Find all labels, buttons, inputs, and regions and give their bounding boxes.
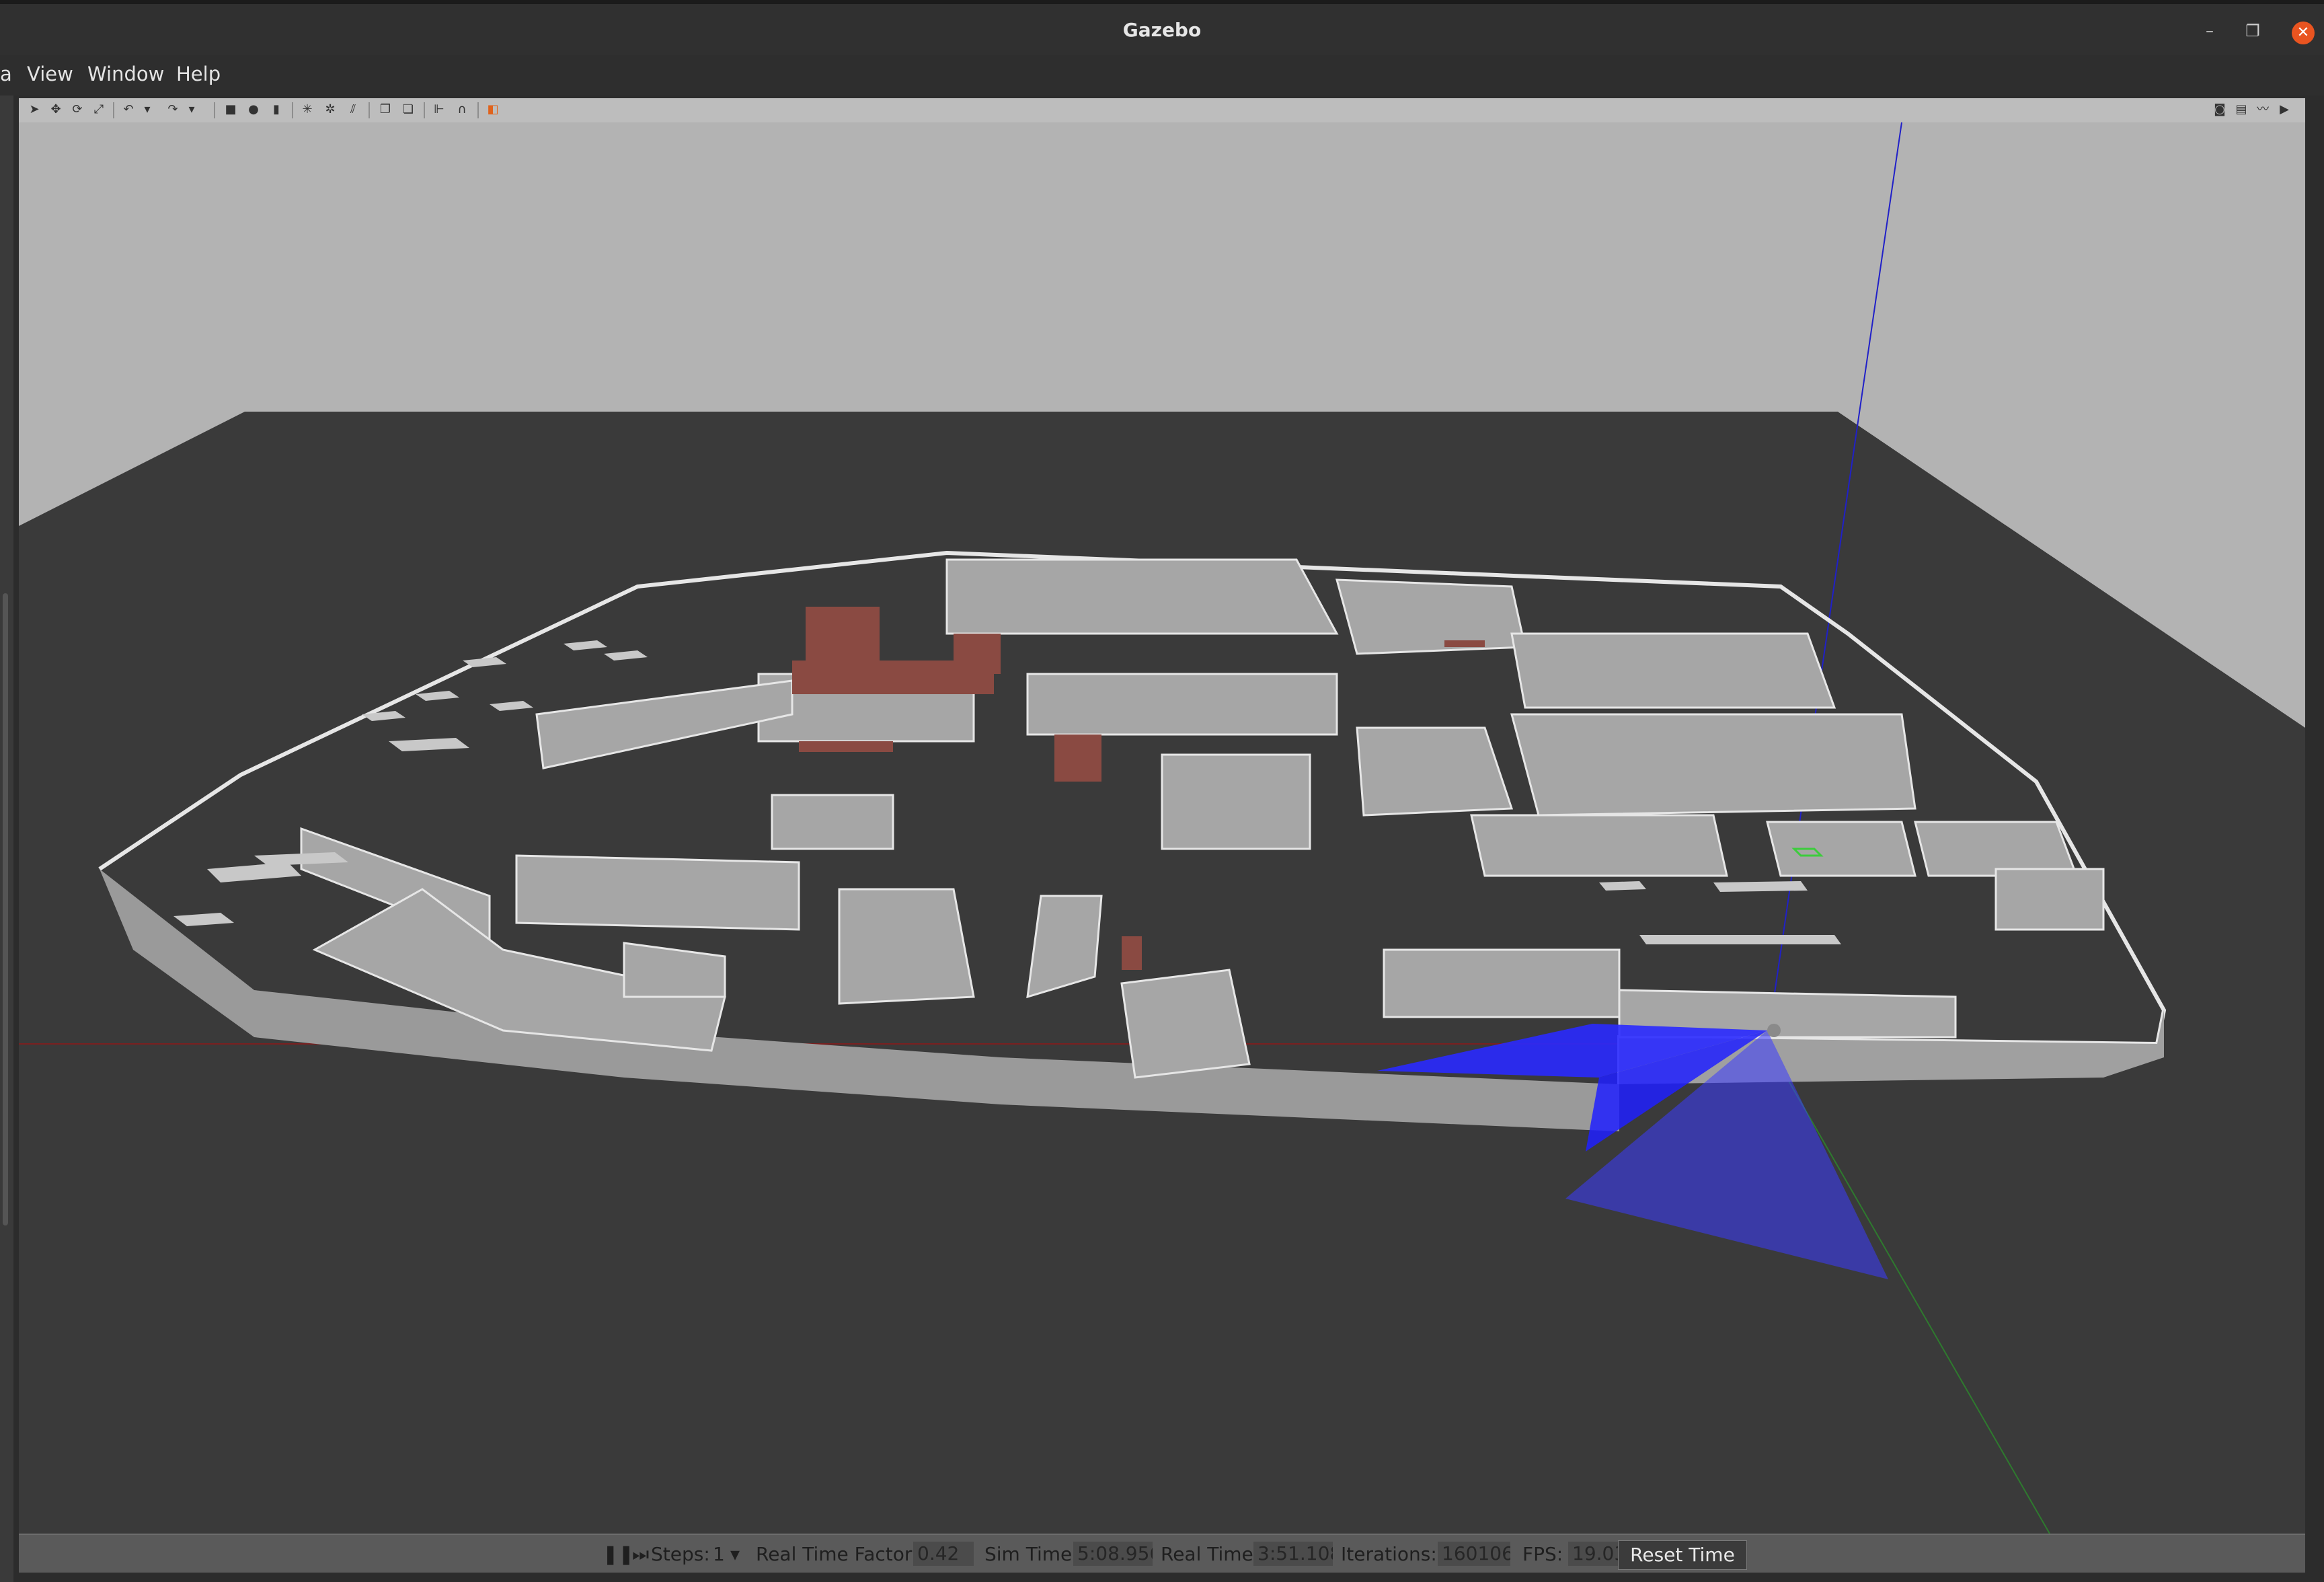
view-angle-icon[interactable]: ◧ — [486, 102, 500, 117]
menu-view[interactable]: View — [27, 59, 73, 89]
toolbar-separator — [113, 102, 114, 118]
translate-icon[interactable]: ✥ — [48, 102, 63, 117]
robot-model[interactable] — [1767, 1024, 1781, 1037]
plot-icon[interactable]: 〰 — [2255, 102, 2270, 117]
real-time-label: Real Time: — [1161, 1543, 1260, 1565]
sim-time-value: 5:08.956 — [1073, 1542, 1153, 1566]
rotate-icon[interactable]: ⟳ — [70, 102, 85, 117]
menu-file[interactable]: a — [0, 59, 12, 89]
snap-icon[interactable]: ∩ — [455, 102, 469, 117]
status-bar: ❚❚ ⏭ Steps: 1 ▾ Real Time Factor: 0.42 S… — [19, 1534, 2305, 1573]
minimize-button[interactable]: – — [2200, 22, 2219, 40]
directional-light-icon[interactable]: ⫽ — [346, 102, 360, 117]
iterations-label: Iterations: — [1341, 1543, 1437, 1565]
pause-icon[interactable]: ❚❚ — [603, 1542, 634, 1567]
menu-window[interactable]: Window — [87, 59, 164, 89]
toolbar-separator — [292, 102, 293, 118]
left-panel-collapsed[interactable] — [0, 96, 13, 1582]
toolbar-separator — [477, 102, 479, 118]
video-icon[interactable]: ▶ — [2277, 102, 2292, 117]
undo-history-icon[interactable]: ▾ — [140, 102, 155, 117]
spot-light-icon[interactable]: ✲ — [323, 102, 338, 117]
close-button[interactable]: ✕ — [2292, 22, 2315, 44]
left-panel-scrollbar[interactable] — [3, 593, 8, 1226]
3d-viewport[interactable] — [19, 122, 2305, 1534]
point-light-icon[interactable]: ✳ — [300, 102, 315, 117]
title-bar: Gazebo – ❐ ✕ — [0, 0, 2324, 55]
paste-icon[interactable]: ❏ — [401, 102, 416, 117]
log-icon[interactable]: ▤ — [2234, 102, 2249, 117]
toolbar-separator — [214, 102, 215, 118]
window-title: Gazebo — [1122, 19, 1202, 41]
maximize-button[interactable]: ❐ — [2243, 22, 2262, 40]
sphere-icon[interactable]: ● — [246, 102, 261, 117]
screenshot-icon[interactable]: ◙ — [2212, 102, 2227, 117]
cylinder-icon[interactable]: ▮ — [269, 102, 284, 117]
fps-label: FPS: — [1522, 1543, 1563, 1565]
scale-icon[interactable]: ⤢ — [91, 102, 106, 117]
menu-bar: a View Window Help — [0, 55, 2324, 96]
step-icon[interactable]: ⏭ — [632, 1542, 649, 1567]
rtf-label: Real Time Factor: — [756, 1543, 919, 1565]
align-icon[interactable]: ⊩ — [432, 102, 447, 117]
redo-icon[interactable]: ↷ — [165, 102, 180, 117]
toolbar-separator — [369, 102, 370, 118]
copy-icon[interactable]: ❐ — [378, 102, 393, 117]
box-icon[interactable]: ■ — [223, 102, 238, 117]
toolbar: ➤ ✥ ⟳ ⤢ ↶ ▾ ↷ ▾ ■ ● ▮ ✳ ✲ ⫽ ❐ ❏ ⊩ ∩ ◧ ◙ … — [19, 98, 2305, 123]
select-arrow-icon[interactable]: ➤ — [27, 102, 42, 117]
undo-icon[interactable]: ↶ — [121, 102, 136, 117]
steps-label: Steps: — [651, 1543, 710, 1565]
steps-value[interactable]: 1 — [713, 1542, 725, 1567]
menu-help[interactable]: Help — [176, 59, 221, 89]
iterations-value: 160106 — [1438, 1542, 1510, 1566]
redo-history-icon[interactable]: ▾ — [184, 102, 199, 117]
real-time-value: 3:51.108 — [1253, 1542, 1333, 1566]
gazebo-window: Gazebo – ❐ ✕ a View Window Help ➤ ✥ ⟳ ⤢ … — [0, 0, 2324, 1582]
sim-time-label: Sim Time: — [984, 1543, 1079, 1565]
scene-render[interactable] — [19, 122, 2305, 1534]
rtf-value: 0.42 — [913, 1542, 974, 1566]
reset-time-button[interactable]: Reset Time — [1618, 1540, 1747, 1570]
steps-dropdown-icon[interactable]: ▾ — [730, 1542, 740, 1567]
toolbar-separator — [424, 102, 425, 118]
